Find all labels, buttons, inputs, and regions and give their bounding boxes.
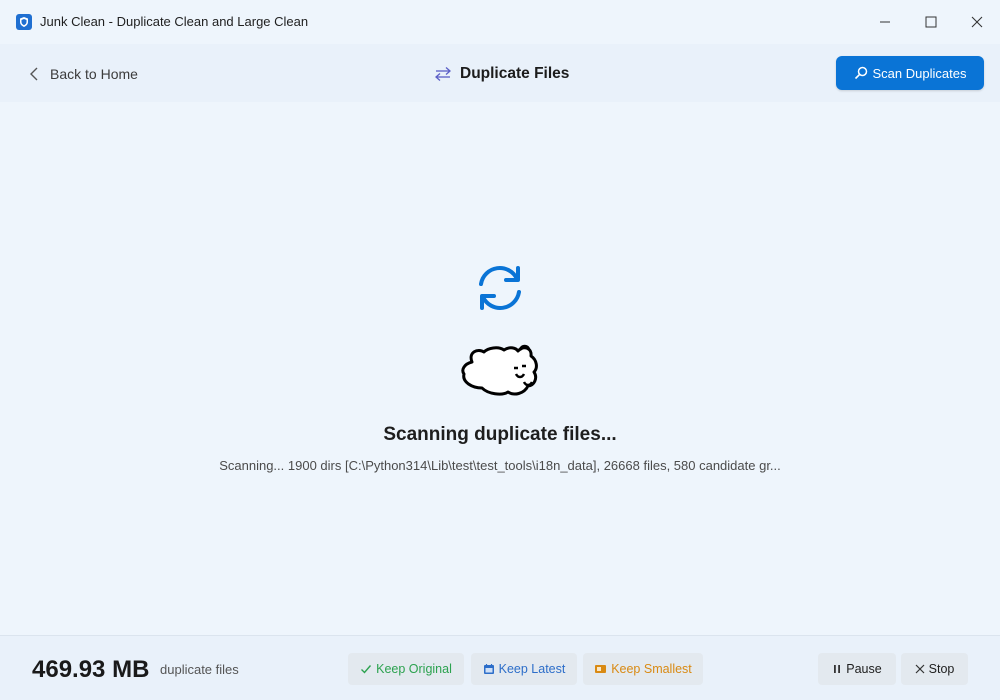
search-icon [854, 66, 867, 80]
scan-duplicates-button[interactable]: Scan Duplicates [836, 56, 984, 90]
pause-icon [834, 665, 841, 673]
calendar-icon [483, 664, 494, 674]
title-bar: Junk Clean - Duplicate Clean and Large C… [0, 0, 1000, 44]
maximize-button[interactable] [908, 0, 954, 44]
keep-latest-button[interactable]: Keep Latest [471, 653, 577, 685]
checkmark-icon [361, 665, 372, 674]
back-to-home-button[interactable]: Back to Home [28, 64, 138, 84]
page-heading: Duplicate Files [434, 64, 569, 84]
stop-icon [915, 664, 925, 674]
page-title: Duplicate Files [460, 65, 570, 82]
pause-button[interactable]: Pause [818, 653, 896, 685]
pause-label: Pause [846, 662, 882, 676]
file-size-icon [595, 665, 607, 673]
chevron-left-icon [30, 67, 38, 81]
minimize-button[interactable] [862, 0, 908, 44]
page-header: Back to Home Duplicate Files Scan Duplic… [0, 44, 1000, 102]
duplicate-total-label: duplicate files [160, 662, 239, 677]
shield-app-icon [16, 14, 32, 30]
close-icon [971, 16, 983, 28]
minimize-icon [880, 21, 890, 23]
keep-smallest-label: Keep Smallest [611, 662, 692, 676]
back-label: Back to Home [50, 66, 138, 82]
close-button[interactable] [954, 0, 1000, 44]
window-title: Junk Clean - Duplicate Clean and Large C… [40, 14, 309, 29]
sleeping-dog-illustration [461, 344, 538, 396]
main-content: Scanning duplicate files... Scanning... … [0, 102, 1000, 635]
footer-bar: 469.93 MB duplicate files Keep Original … [0, 635, 1000, 700]
stop-button[interactable]: Stop [901, 653, 968, 685]
keep-smallest-button[interactable]: Keep Smallest [583, 653, 703, 685]
scan-status-title: Scanning duplicate files... [383, 424, 617, 445]
app-window: Junk Clean - Duplicate Clean and Large C… [0, 0, 1000, 700]
swap-arrows-icon [435, 67, 451, 81]
sync-icon [479, 266, 521, 310]
keep-latest-label: Keep Latest [498, 662, 566, 676]
maximize-icon [925, 16, 937, 28]
keep-original-label: Keep Original [376, 662, 452, 676]
duplicate-total-size: 469.93 MB [32, 656, 150, 683]
scan-status-detail: Scanning... 1900 dirs [C:\Python314\Lib\… [219, 458, 781, 473]
scan-duplicates-label: Scan Duplicates [872, 65, 967, 81]
stop-label: Stop [928, 662, 955, 676]
keep-original-button[interactable]: Keep Original [348, 653, 464, 685]
